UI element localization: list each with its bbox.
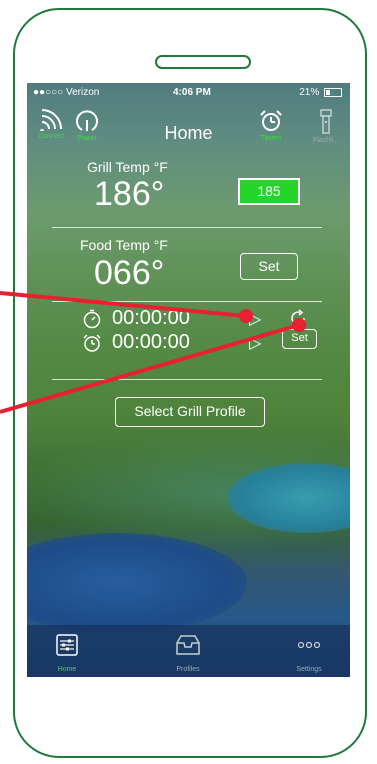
grill-temp-value: 186° [94,175,165,213]
play-icon: ▷ [249,311,262,328]
alarm-timer-row: 00:00:00 [82,331,190,354]
alarm-timer-play-button[interactable]: ▷ [249,333,261,353]
background-dim [27,83,350,677]
battery-indicator: 21% [299,87,342,98]
alarm-clock-icon [83,334,101,352]
tab-home-label: Home [57,666,77,673]
alarm-timer-set-button[interactable]: Set [282,329,317,349]
timers-button[interactable]: Timers [251,109,291,142]
flashlight-icon [320,109,332,134]
stopwatch-play-button[interactable]: ▷ [249,309,261,329]
grill-setpoint-button[interactable]: 185 [238,178,300,205]
food-set-button[interactable]: Set [240,253,298,280]
inbox-tray-icon [176,635,200,655]
food-temp-label: Food Temp °F [80,237,168,253]
status-time: 4:06 PM [173,87,211,98]
select-grill-profile-button[interactable]: Select Grill Profile [115,397,265,427]
flashlight-label: Flashli... [312,137,340,144]
page-title: Home [164,123,213,143]
carrier-text: ●●○○○ Verizon [33,87,100,98]
reset-icon [291,309,305,325]
stopwatch-icon [83,309,101,328]
more-dots-icon [297,641,321,649]
app-screen: ●●○○○ Verizon 4:06 PM 21% Connect Power … [27,83,350,677]
nav-bar: Connect Power Home Timers Flashli... [27,103,350,151]
tab-home[interactable]: Home [27,633,107,673]
alarm-clock-icon [260,110,282,131]
tab-profiles[interactable]: Profiles [148,633,228,673]
play-icon: ▷ [249,335,262,352]
battery-percent: 21% [299,87,320,98]
tab-bar: Home Profiles Settings [27,625,350,677]
battery-icon [324,87,342,97]
divider [52,227,322,228]
alarm-timer-time: 00:00:00 [112,331,190,353]
phone-speaker [155,55,251,69]
timers-label: Timers [260,135,282,142]
stopwatch-row: 00:00:00 [82,307,190,330]
divider [52,379,322,380]
divider [52,301,322,302]
flashlight-button[interactable]: Flashli... [306,109,346,144]
tab-profiles-label: Profiles [176,666,200,673]
status-bar: ●●○○○ Verizon 4:06 PM 21% [27,83,350,101]
stopwatch-time: 00:00:00 [112,307,190,329]
sliders-icon [56,634,78,656]
tab-settings-label: Settings [296,666,322,673]
tab-settings[interactable]: Settings [269,633,349,673]
food-temp-value: 066° [94,254,165,292]
grill-temp-label: Grill Temp °F [87,159,168,175]
